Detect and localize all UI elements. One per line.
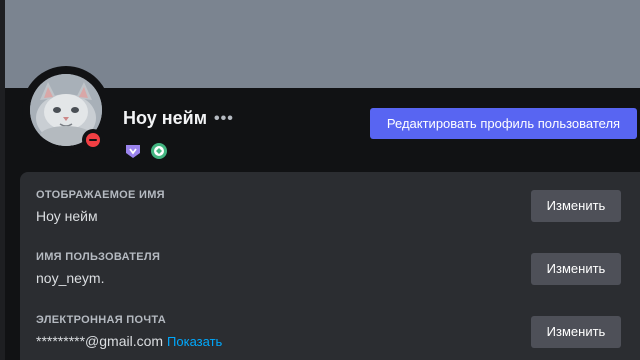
username-value: noy_neym. xyxy=(36,270,105,286)
display-name-label: ОТОБРАЖАЕМОЕ ИМЯ xyxy=(36,189,165,201)
edit-username-button[interactable]: Изменить xyxy=(531,253,621,285)
account-fields-panel: ОТОБРАЖАЕМОЕ ИМЯ Ноу нейм Изменить ИМЯ П… xyxy=(20,172,640,360)
hypesquad-badge-icon[interactable] xyxy=(124,142,142,160)
more-options-icon[interactable]: ••• xyxy=(214,108,234,130)
profile-settings-page: Ноу нейм ••• Редактировать профиль польз… xyxy=(0,0,640,360)
profile-display-name: Ноу нейм xyxy=(123,108,208,128)
email-label: ЭЛЕКТРОННАЯ ПОЧТА xyxy=(36,314,166,326)
edit-profile-button[interactable]: Редактировать профиль пользователя xyxy=(370,108,637,139)
nitro-badge-icon[interactable] xyxy=(150,142,168,160)
edit-display-name-button[interactable]: Изменить xyxy=(531,190,621,222)
email-value: *********@gmail.com xyxy=(36,333,164,349)
edit-email-button[interactable]: Изменить xyxy=(531,316,621,348)
reveal-email-link[interactable]: Показать xyxy=(167,334,222,349)
status-dnd-indicator xyxy=(82,129,104,151)
do-not-disturb-icon xyxy=(86,133,100,147)
display-name-value: Ноу нейм xyxy=(36,208,98,224)
email-row: *********@gmail.com Показать xyxy=(36,333,222,349)
profile-banner xyxy=(5,0,640,88)
username-label: ИМЯ ПОЛЬЗОВАТЕЛЯ xyxy=(36,251,161,263)
